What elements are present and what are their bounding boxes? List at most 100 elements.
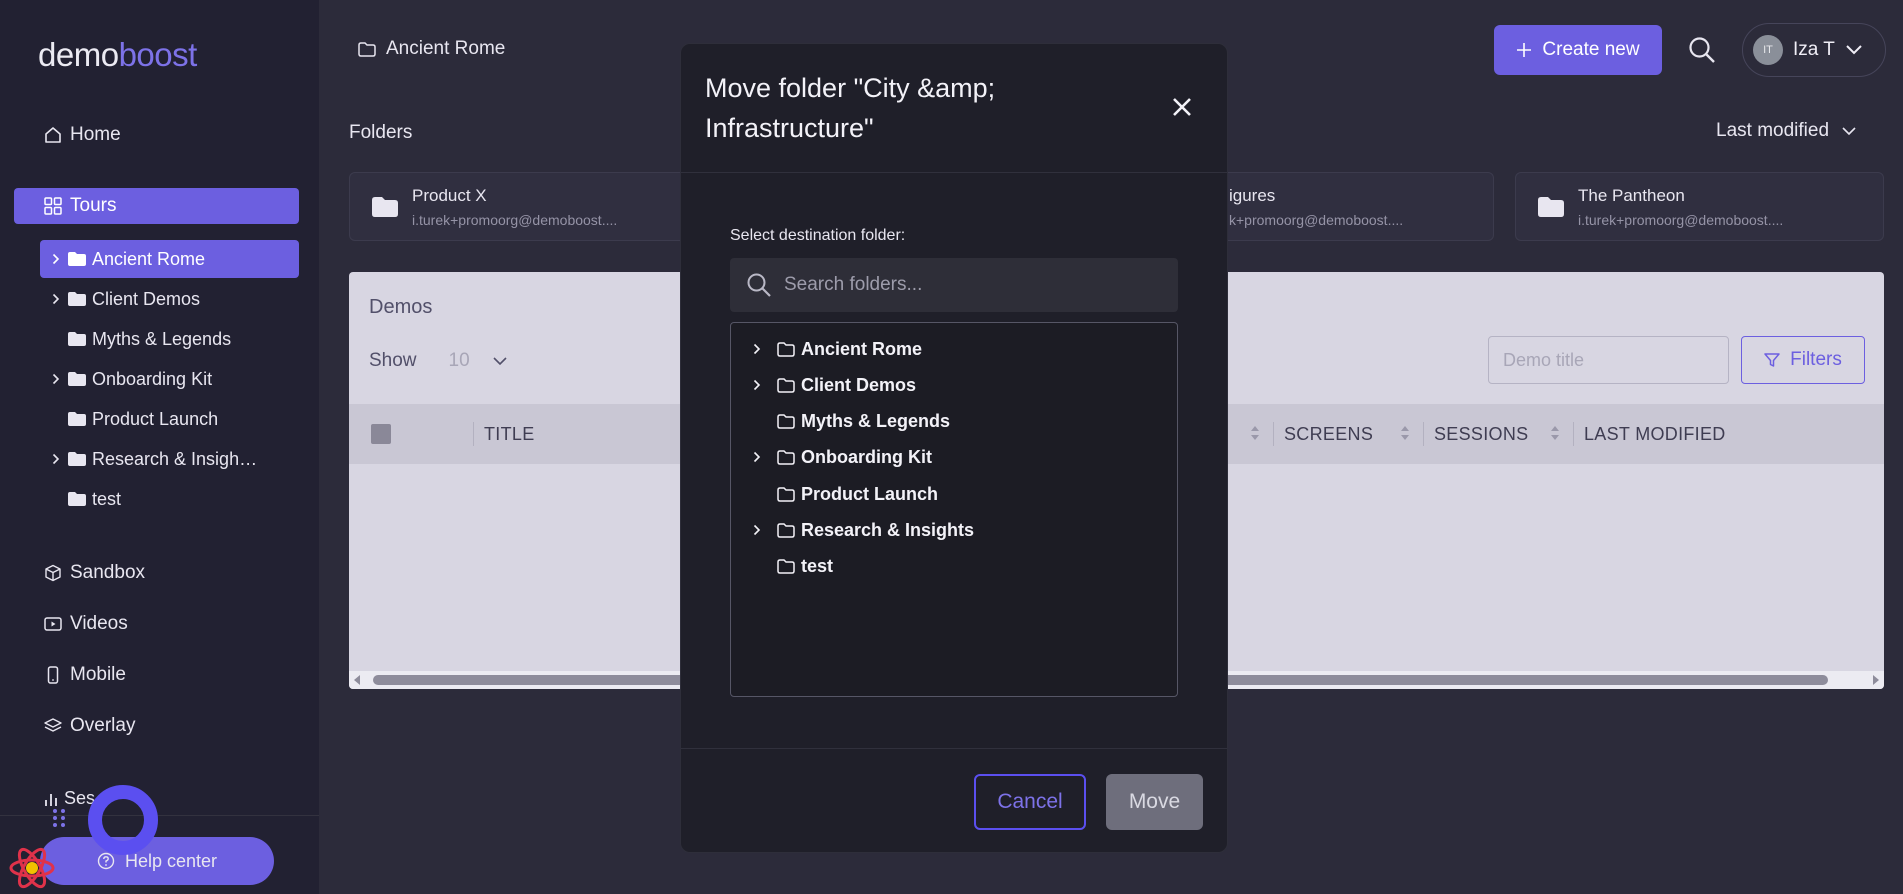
folder-search-input[interactable]: Search folders... [730,258,1178,312]
column-screens[interactable]: SCREENS [1284,424,1373,445]
user-name: Iza T [1793,39,1835,60]
sidebar: demoboost Home Tours Ancient Rome Client… [0,0,319,894]
record-ring-icon[interactable] [88,785,158,855]
sidebar-folder-label: test [92,488,122,509]
column-title[interactable]: TITLE [484,424,535,445]
folder-icon [68,372,86,386]
move-button[interactable]: Move [1106,774,1203,830]
chevron-down-icon [1846,45,1862,55]
folder-card-owner: k+promoorg@demoboost.... [1229,211,1404,228]
chevron-right-icon[interactable] [753,379,771,391]
nav-overlay[interactable]: Overlay [44,715,135,737]
folder-card[interactable]: igures k+promoorg@demoboost.... [1200,172,1494,241]
breadcrumb[interactable]: Ancient Rome [358,38,505,60]
sidebar-folder-test[interactable]: test [40,480,299,518]
chevron-right-icon[interactable] [48,293,64,305]
plus-icon [1517,43,1532,57]
home-icon [45,127,61,143]
mobile-icon [47,666,59,684]
filter-icon [1764,353,1780,367]
column-last-modified[interactable]: LAST MODIFIED [1584,424,1726,445]
scroll-right-icon[interactable] [1872,675,1880,685]
nav-tours[interactable]: Tours [14,188,299,224]
sort-icon[interactable] [1550,424,1560,442]
cancel-button[interactable]: Cancel [974,774,1086,830]
search-icon[interactable] [1688,36,1716,64]
destination-label: Select destination folder: [730,227,906,244]
search-icon [747,273,771,297]
dialog-divider [681,172,1227,173]
user-menu[interactable]: IT Iza T [1742,23,1886,77]
nav-sessions[interactable]: Ses [44,788,95,809]
sidebar-folder-product-launch[interactable]: Product Launch [40,400,299,438]
column-divider [1273,422,1274,446]
chevron-right-icon[interactable] [48,373,64,385]
nav-tours-label: Tours [70,195,117,216]
tree-node-myths-legends[interactable]: Myths & Legends [753,409,950,433]
page-size-select[interactable]: Show 10 [369,350,508,372]
folder-search-placeholder: Search folders... [784,274,923,295]
sidebar-folder-client-demos[interactable]: Client Demos [40,280,299,318]
folder-outline-icon [777,341,795,357]
sort-icon[interactable] [1400,424,1410,442]
close-icon[interactable] [1171,96,1193,118]
sort-dropdown[interactable]: Last modified [1716,120,1857,142]
select-all-checkbox[interactable] [371,424,391,444]
chevron-right-icon[interactable] [753,343,771,355]
chevron-right-icon[interactable] [753,451,771,463]
folder-icon [68,252,86,266]
sidebar-folder-label: Research & Insigh… [92,448,258,469]
scroll-left-icon[interactable] [353,675,361,685]
tree-node-onboarding-kit[interactable]: Onboarding Kit [753,445,932,469]
tree-node-label: Ancient Rome [801,338,923,359]
column-sessions[interactable]: SESSIONS [1434,424,1528,445]
sort-icon[interactable] [1250,424,1260,442]
sidebar-folder-ancient-rome[interactable]: Ancient Rome [40,240,299,278]
sidebar-folder-myths-legends[interactable]: Myths & Legends [40,320,299,358]
folder-card[interactable]: The Pantheon i.turek+promoorg@demoboost..… [1515,172,1884,241]
filters-button[interactable]: Filters [1741,336,1865,384]
tree-node-product-launch[interactable]: Product Launch [753,482,938,506]
nav-sandbox[interactable]: Sandbox [44,562,145,584]
drag-handle-icon[interactable] [52,808,66,828]
chevron-right-icon[interactable] [753,524,771,536]
react-devtools-icon[interactable] [8,846,56,890]
chevron-down-icon [1842,127,1856,136]
tree-node-ancient-rome[interactable]: Ancient Rome [753,337,922,361]
avatar: IT [1753,35,1783,65]
folders-heading: Folders [349,122,413,143]
sidebar-folder-onboarding-kit[interactable]: Onboarding Kit [40,360,299,398]
demo-title-placeholder: Demo title [1503,349,1585,370]
breadcrumb-label: Ancient Rome [386,38,506,59]
bar-chart-icon [45,793,57,806]
folder-card[interactable]: Product X i.turek+promoorg@demoboost.... [349,172,689,241]
sidebar-folder-label: Ancient Rome [92,248,206,269]
folder-outline-icon [777,486,795,502]
folder-icon [372,196,398,217]
nav-mobile-label: Mobile [70,664,126,685]
nav-mobile[interactable]: Mobile [44,664,126,686]
column-divider [473,422,474,446]
folder-icon [1538,196,1564,217]
sidebar-folder-research-insights[interactable]: Research & Insigh… [40,440,299,478]
column-divider [1573,422,1574,446]
folder-outline-icon [358,41,376,57]
tree-node-test[interactable]: test [753,554,833,578]
help-center-button[interactable]: Help center [40,837,274,885]
folder-icon [68,492,86,506]
logo[interactable]: demoboost [38,36,197,74]
tree-node-client-demos[interactable]: Client Demos [753,373,916,397]
tree-node-label: Research & Insights [801,519,975,540]
demo-title-input[interactable]: Demo title [1488,336,1729,384]
create-new-button[interactable]: Create new [1494,25,1662,75]
folder-icon [68,452,86,466]
tree-node-research-insights[interactable]: Research & Insights [753,518,974,542]
chevron-right-icon[interactable] [48,453,64,465]
tree-node-label: Product Launch [801,483,939,504]
nav-home[interactable]: Home [44,124,121,146]
sort-label: Last modified [1716,120,1830,141]
chevron-right-icon[interactable] [48,253,64,265]
sidebar-folder-label: Product Launch [92,408,219,429]
tree-node-label: test [801,555,834,576]
nav-videos[interactable]: Videos [44,613,128,635]
